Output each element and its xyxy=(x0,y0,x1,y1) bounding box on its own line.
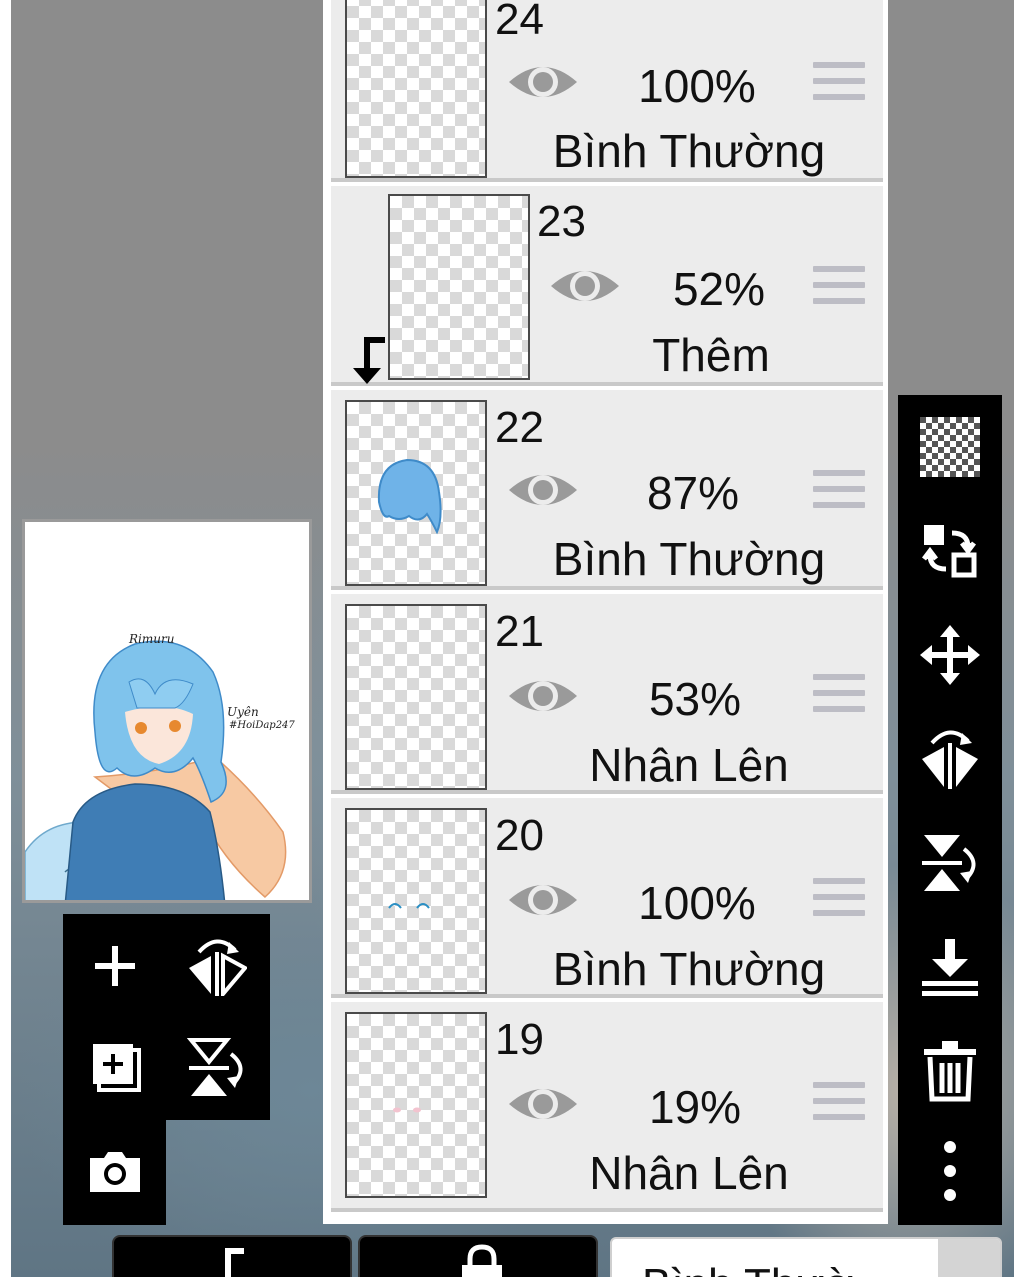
layer-opacity: 52% xyxy=(672,263,766,315)
camera-icon[interactable] xyxy=(79,1136,151,1208)
alpha-lock-button[interactable] xyxy=(358,1235,598,1277)
layer-number: 19 xyxy=(495,1015,544,1064)
layer-number: 22 xyxy=(495,403,544,452)
layer-thumbnail[interactable] xyxy=(345,0,487,178)
layer-blend-mode: Bình Thường xyxy=(552,533,826,585)
left-toolbar-bottom xyxy=(63,1120,166,1225)
layer-opacity: 100% xyxy=(638,60,756,112)
layer-thumbnail[interactable] xyxy=(388,194,530,380)
layer-blend-mode: Nhân Lên xyxy=(589,739,789,791)
artwork-signature-tag: #HoiDap247 xyxy=(229,720,295,731)
clipping-arrow-icon xyxy=(353,337,385,384)
eye-icon[interactable] xyxy=(507,58,579,106)
layer-opacity: 87% xyxy=(646,467,740,519)
layer-thumbnail[interactable] xyxy=(345,808,487,994)
right-toolbar xyxy=(898,395,1002,1225)
blend-mode-value: Bình Thườ xyxy=(642,1263,854,1277)
layer-row[interactable]: 20 100% Bình Thường xyxy=(331,798,883,998)
layer-row[interactable]: 23 52% Thêm xyxy=(331,186,883,386)
drag-handle-icon[interactable] xyxy=(813,470,865,514)
layer-row[interactable]: 24 100% Bình Thường xyxy=(331,0,883,182)
eye-icon[interactable] xyxy=(549,262,621,310)
layer-number: 20 xyxy=(495,811,544,860)
trash-icon[interactable] xyxy=(916,1037,984,1105)
layer-thumbnail[interactable] xyxy=(345,1012,487,1198)
screen-edge-left xyxy=(0,0,11,1277)
artwork-signature: Uyên xyxy=(227,705,259,719)
merge-down-icon[interactable] xyxy=(916,933,984,1001)
flip-canvas-horizontal-icon[interactable] xyxy=(181,930,253,1002)
hair-sketch-thumbnail xyxy=(377,458,442,535)
layer-number: 21 xyxy=(495,607,544,656)
eyes-sketch-thumbnail xyxy=(388,903,430,909)
flip-horizontal-icon[interactable] xyxy=(916,725,984,793)
eye-icon[interactable] xyxy=(507,466,579,514)
layer-blend-mode: Bình Thường xyxy=(552,943,826,995)
move-icon[interactable] xyxy=(916,621,984,689)
clip-arrow-icon xyxy=(225,1248,244,1277)
drag-handle-icon[interactable] xyxy=(813,674,865,718)
clipping-button[interactable] xyxy=(112,1235,352,1277)
layer-blend-mode: Nhân Lên xyxy=(589,1147,789,1199)
navigator-preview[interactable]: Rimuru Uyên #HoiDap247 xyxy=(22,519,312,903)
layer-row[interactable]: 21 53% Nhân Lên xyxy=(331,594,883,794)
screen-edge-right xyxy=(1014,0,1024,1277)
add-layer-icon[interactable] xyxy=(79,930,151,1002)
layer-thumbnail[interactable] xyxy=(345,400,487,586)
drag-handle-icon[interactable] xyxy=(813,878,865,922)
layer-opacity: 19% xyxy=(648,1081,742,1133)
eye-icon[interactable] xyxy=(507,1080,579,1128)
artwork-thumbnail xyxy=(25,640,287,900)
artwork-title: Rimuru xyxy=(129,632,175,646)
layer-thumbnail[interactable] xyxy=(345,604,487,790)
layer-row[interactable]: 19 19% Nhân Lên xyxy=(331,1002,883,1212)
left-toolbar xyxy=(63,914,270,1120)
flip-vertical-icon[interactable] xyxy=(916,829,984,897)
layer-blend-mode: Bình Thường xyxy=(552,125,826,177)
drag-handle-icon[interactable] xyxy=(813,266,865,310)
eye-icon[interactable] xyxy=(507,876,579,924)
flip-canvas-vertical-icon[interactable] xyxy=(181,1032,253,1104)
layer-number: 23 xyxy=(537,197,586,246)
blend-mode-select[interactable]: Bình Thườ xyxy=(610,1237,1002,1277)
blush-sketch-thumbnail xyxy=(393,1107,421,1113)
chevron-up-icon[interactable] xyxy=(938,1239,1000,1277)
layer-blend-mode: Thêm xyxy=(652,329,770,381)
drag-handle-icon[interactable] xyxy=(813,1082,865,1126)
layer-row[interactable]: 22 87% Bình Thường xyxy=(331,390,883,590)
duplicate-layer-icon[interactable] xyxy=(79,1032,151,1104)
layer-number: 24 xyxy=(495,0,544,44)
layer-panel: 24 100% Bình Thường 23 52% Thêm 22 87% B… xyxy=(323,0,888,1224)
layer-opacity: 53% xyxy=(648,673,742,725)
transparency-icon[interactable] xyxy=(916,413,984,481)
eye-icon[interactable] xyxy=(507,672,579,720)
swap-layer-icon[interactable] xyxy=(916,517,984,585)
drag-handle-icon[interactable] xyxy=(813,62,865,106)
layer-opacity: 100% xyxy=(638,877,756,929)
lock-icon xyxy=(462,1244,502,1277)
more-icon[interactable] xyxy=(916,1137,984,1205)
